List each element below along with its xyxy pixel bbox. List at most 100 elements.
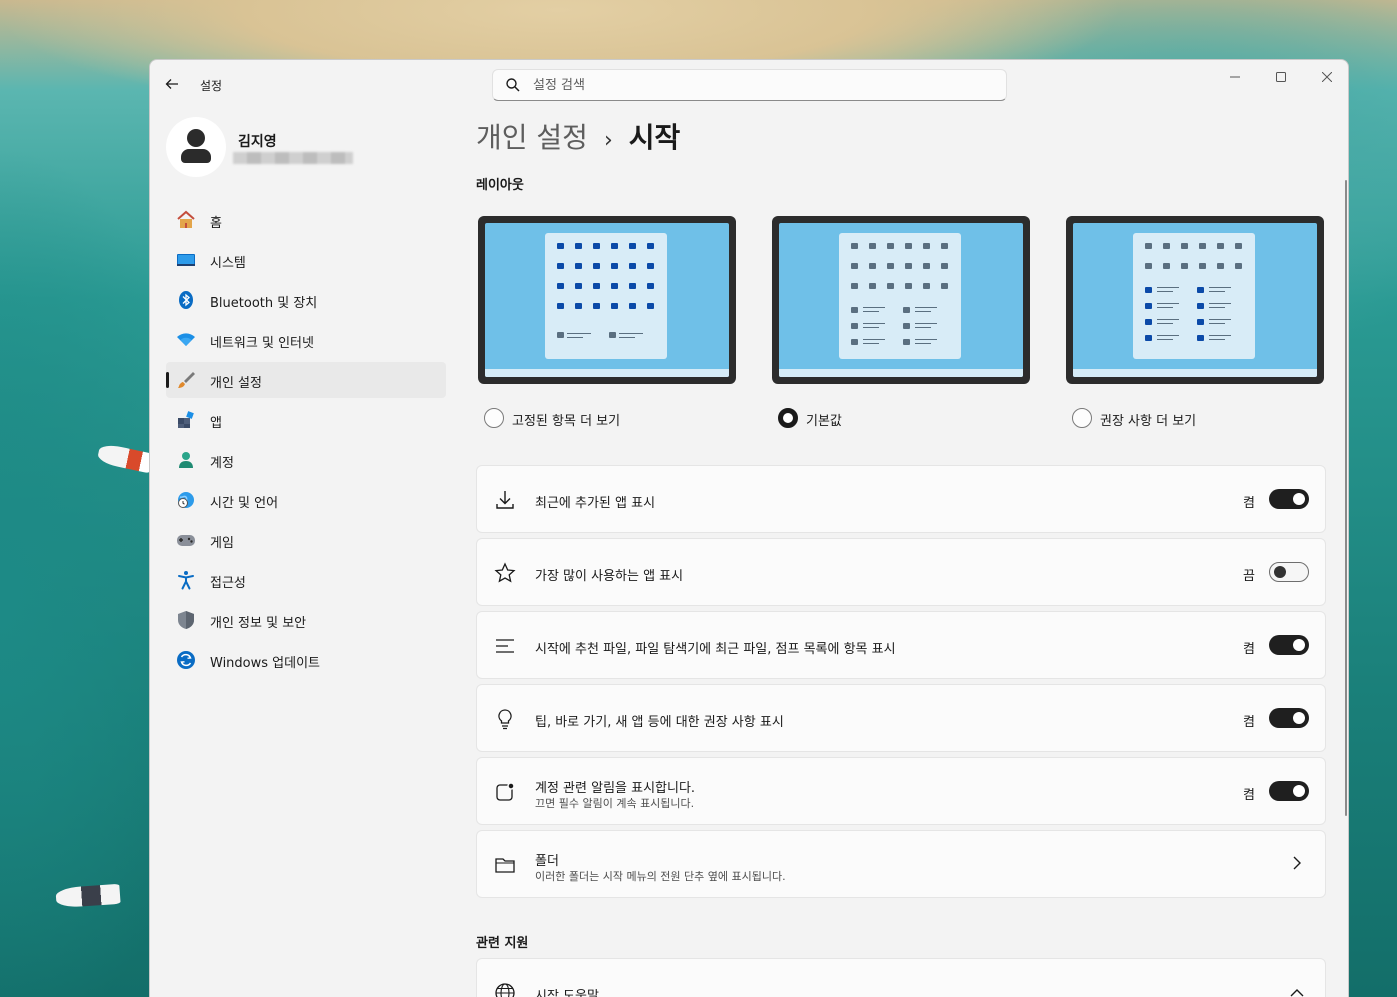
- preview-line: [863, 311, 879, 312]
- close-button[interactable]: [1304, 64, 1348, 94]
- preview-line: [1209, 291, 1225, 292]
- preview-line: [915, 307, 937, 308]
- gamepad-icon: [177, 535, 195, 546]
- preview-line: [915, 343, 931, 344]
- chevron-right-icon: [1293, 856, 1301, 870]
- toggle-switch[interactable]: [1269, 489, 1309, 509]
- toggle-switch[interactable]: [1269, 781, 1309, 801]
- preview-line: [1209, 335, 1231, 336]
- preview-tile: [903, 307, 910, 313]
- preview-line: [1209, 319, 1231, 320]
- setting-recommended-files[interactable]: 시작에 추천 파일, 파일 탐색기에 최근 파일, 점프 목록에 항목 표시 켬: [476, 611, 1326, 679]
- section-title-related: 관련 지원: [476, 936, 529, 951]
- sidebar-item-system[interactable]: 시스템: [166, 242, 446, 278]
- radio-label: 권장 사항 더 보기: [1100, 414, 1197, 429]
- sidebar-item-privacy[interactable]: 개인 정보 및 보안: [166, 602, 446, 638]
- sidebar-item-label: 개인 설정: [210, 376, 262, 391]
- sidebar-item-windows-update[interactable]: Windows 업데이트: [166, 642, 446, 678]
- preview-line: [567, 337, 583, 338]
- preview-tile: [1199, 263, 1206, 269]
- preview-tile: [1145, 319, 1152, 325]
- setting-recommendations[interactable]: 팁, 바로 가기, 새 앱 등에 대한 권장 사항 표시 켬: [476, 684, 1326, 752]
- toggle-switch[interactable]: [1269, 708, 1309, 728]
- back-arrow-icon: [165, 79, 178, 89]
- wifi-icon: [177, 333, 195, 346]
- radio-button[interactable]: [484, 408, 504, 428]
- user-profile[interactable]: 김지영: [166, 117, 446, 181]
- layout-preview: [478, 216, 736, 384]
- preview-tile: [923, 243, 930, 249]
- preview-tile: [593, 263, 600, 269]
- radio-button-selected[interactable]: [778, 408, 798, 428]
- breadcrumb-parent[interactable]: 개인 설정: [476, 121, 588, 154]
- profile-email-redacted: [233, 152, 353, 164]
- preview-tile: [1197, 319, 1204, 325]
- toggle-switch[interactable]: [1269, 635, 1309, 655]
- preview-tile: [905, 283, 912, 289]
- setting-folders[interactable]: 폴더 이러한 폴더는 시작 메뉴의 전원 단추 옆에 표시됩니다.: [476, 830, 1326, 898]
- preview-line: [915, 311, 931, 312]
- setting-most-used-apps[interactable]: 가장 많이 사용하는 앱 표시 끔: [476, 538, 1326, 606]
- search-icon: [506, 78, 520, 92]
- preview-tile: [851, 307, 858, 313]
- layout-preview: [1066, 216, 1324, 384]
- preview-tile: [1235, 243, 1242, 249]
- preview-tile: [887, 243, 894, 249]
- sidebar-item-bluetooth[interactable]: Bluetooth 및 장치: [166, 282, 446, 318]
- preview-line: [863, 343, 879, 344]
- maximize-button[interactable]: [1258, 64, 1304, 94]
- preview-line: [1157, 307, 1173, 308]
- radio-button[interactable]: [1072, 408, 1092, 428]
- sidebar-item-home[interactable]: 홈: [166, 202, 446, 238]
- preview-line: [567, 333, 591, 334]
- bluetooth-icon: [179, 291, 193, 309]
- sidebar-item-time-language[interactable]: 시간 및 언어: [166, 482, 446, 518]
- layout-option-more-recommendations[interactable]: 권장 사항 더 보기: [1066, 216, 1324, 446]
- account-icon: [179, 452, 193, 468]
- toggle-state-label: 켬: [1243, 715, 1255, 730]
- preview-tile: [647, 243, 654, 249]
- preview-tile: [575, 283, 582, 289]
- preview-tile: [629, 243, 636, 249]
- preview-tile: [1217, 243, 1224, 249]
- sidebar-item-label: 네트워크 및 인터넷: [210, 336, 314, 351]
- preview-tile: [575, 303, 582, 309]
- search-box[interactable]: [492, 69, 1007, 101]
- preview-line: [1157, 291, 1173, 292]
- layout-option-more-pins[interactable]: 고정된 항목 더 보기: [478, 216, 736, 446]
- layout-option-default[interactable]: 기본값: [772, 216, 1030, 446]
- sidebar-item-apps[interactable]: 앱: [166, 402, 446, 438]
- sidebar-item-personalization[interactable]: 개인 설정: [166, 362, 446, 398]
- scrollbar[interactable]: [1345, 180, 1347, 816]
- setting-account-notifications[interactable]: 계정 관련 알림을 표시합니다. 끄면 필수 알림이 계속 표시됩니다. 켬: [476, 757, 1326, 825]
- preview-tile: [1145, 303, 1152, 309]
- toggle-state-label: 켬: [1243, 788, 1255, 803]
- sidebar-item-accounts[interactable]: 계정: [166, 442, 446, 478]
- preview-line: [863, 327, 879, 328]
- preview-tile: [905, 263, 912, 269]
- preview-tile: [1181, 243, 1188, 249]
- sidebar-item-network[interactable]: 네트워크 및 인터넷: [166, 322, 446, 358]
- download-icon: [496, 491, 514, 509]
- related-start-help[interactable]: 시작 도움말: [476, 958, 1326, 997]
- breadcrumb-separator: ›: [603, 128, 613, 153]
- preview-line: [915, 327, 931, 328]
- lightbulb-icon: [498, 709, 512, 730]
- preview-tile: [629, 283, 636, 289]
- preview-tile: [575, 243, 582, 249]
- toggle-switch[interactable]: [1269, 562, 1309, 582]
- preview-tile: [611, 283, 618, 289]
- shield-icon: [178, 611, 194, 629]
- search-input[interactable]: [533, 70, 993, 100]
- preview-line: [1157, 319, 1179, 320]
- back-button[interactable]: [160, 72, 184, 96]
- layout-options: 고정된 항목 더 보기 기본값 권장 사항 더 보기: [476, 216, 1326, 436]
- preview-line: [863, 307, 885, 308]
- preview-tile: [593, 303, 600, 309]
- minimize-button[interactable]: [1212, 64, 1258, 94]
- preview-tile: [903, 323, 910, 329]
- app-title: 설정: [200, 79, 223, 93]
- setting-recently-added-apps[interactable]: 최근에 추가된 앱 표시 켬: [476, 465, 1326, 533]
- sidebar-item-gaming[interactable]: 게임: [166, 522, 446, 558]
- sidebar-item-accessibility[interactable]: 접근성: [166, 562, 446, 598]
